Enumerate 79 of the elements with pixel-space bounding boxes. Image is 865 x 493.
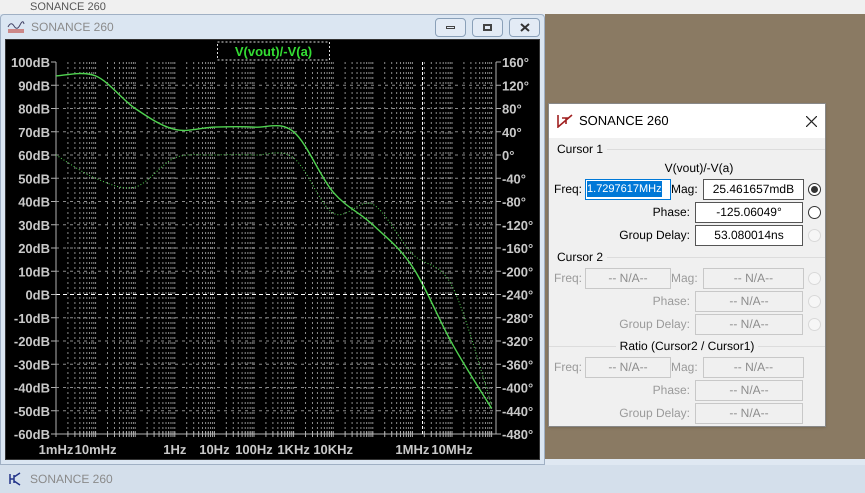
axis-label: -60dB (14, 427, 50, 442)
axis-label: 100dB (10, 55, 50, 70)
window-title[interactable]: SONANCE 260 (30, 470, 113, 488)
axis-label: 80dB (18, 102, 50, 116)
axis-label: 0dB (25, 288, 50, 302)
field-label: Freq: (554, 270, 582, 287)
field-label: Phase: (652, 204, 690, 221)
axis-label: -200° (502, 264, 534, 280)
axis-label: 30dB (18, 218, 50, 233)
field-label: Phase: (652, 382, 690, 399)
value-field[interactable]: 25.461657mdB (702, 178, 804, 200)
axis-label: -440° (502, 404, 534, 419)
axis-label: -40dB (14, 380, 50, 396)
axis-label: 1Hz (163, 442, 186, 457)
field-label: Mag: (671, 181, 698, 198)
field-label: Group Delay: (619, 405, 690, 422)
axis-label: 40° (502, 124, 522, 140)
field-label: Freq: (554, 359, 582, 376)
axis-label: 10KHz (313, 442, 354, 457)
cursor-line[interactable] (422, 62, 423, 434)
close-button[interactable] (509, 18, 540, 36)
field-label: Phase: (652, 293, 690, 310)
dialog-title: SONANCE 260 (579, 112, 670, 130)
radio-button[interactable] (808, 206, 821, 218)
axis-label: -320° (502, 334, 534, 349)
axis-label: 60dB (18, 148, 50, 163)
axis-label: 1MHz (395, 442, 430, 457)
axis-label: 50dB (18, 171, 50, 186)
group-heading: Ratio (Cursor2 / Cursor1) (618, 338, 756, 355)
axis-label: -360° (502, 357, 534, 372)
axis-label: -40° (502, 171, 526, 186)
trace-label[interactable]: V(vout)/-V(a) (217, 42, 330, 60)
close-icon[interactable] (806, 116, 817, 126)
axis-label: 10MHz (431, 442, 473, 457)
field-label: Mag: (671, 270, 698, 287)
field-label: Group Delay: (619, 316, 690, 333)
group-heading: Cursor 1 (557, 141, 604, 158)
transistor-icon (8, 472, 22, 486)
axis-label: 1KHz (277, 442, 310, 457)
axis-label: 160° (502, 55, 529, 70)
axis-label: -120° (502, 218, 534, 233)
axis-label: -10dB (14, 310, 50, 326)
maximize-button[interactable] (472, 18, 503, 36)
field-label: Freq: (554, 181, 582, 198)
field-label: Mag: (671, 359, 698, 376)
axis-label: 0° (502, 148, 514, 163)
axis-label: 90dB (18, 78, 50, 94)
axis-label: 70dB (18, 124, 50, 140)
axis-label: 80° (502, 102, 522, 116)
axis-label: -50dB (14, 404, 50, 419)
axis-label: -480° (502, 427, 534, 442)
waveform-icon (7, 20, 25, 34)
trace-name: V(vout)/-V(a) (664, 160, 734, 177)
value-field[interactable]: 53.080014ns (695, 224, 803, 246)
window-title[interactable]: SONANCE 260 (0, 1, 106, 13)
axis-label: 20dB (18, 241, 50, 256)
minimize-button[interactable] (435, 18, 466, 36)
group-heading: Cursor 2 (557, 249, 604, 266)
axis-label: 10mHz (74, 442, 117, 457)
axis-label: 40dB (18, 194, 50, 210)
axis-label: -280° (502, 310, 534, 326)
axis-label: 100Hz (235, 442, 273, 457)
axis-label: -400° (502, 380, 534, 396)
axis-label: 1mHz (38, 442, 74, 457)
axis-label: 10dB (18, 264, 50, 280)
axis-label: -240° (502, 288, 534, 302)
value-field[interactable]: -125.06049° (695, 202, 803, 222)
axis-label: 10Hz (199, 442, 230, 457)
axis-label: -80° (502, 194, 526, 210)
axis-label: -30dB (14, 357, 50, 372)
axis-label: -20dB (14, 334, 50, 349)
app-logo-icon (557, 114, 573, 128)
axis-label: 120° (502, 78, 529, 94)
radio-button[interactable] (808, 182, 821, 196)
freq-field[interactable]: 1.7297617MHz (585, 178, 672, 200)
field-label: Group Delay: (619, 227, 690, 244)
window-title: SONANCE 260 (31, 19, 115, 36)
axis-label: -160° (502, 241, 534, 256)
close-icon (520, 22, 530, 32)
